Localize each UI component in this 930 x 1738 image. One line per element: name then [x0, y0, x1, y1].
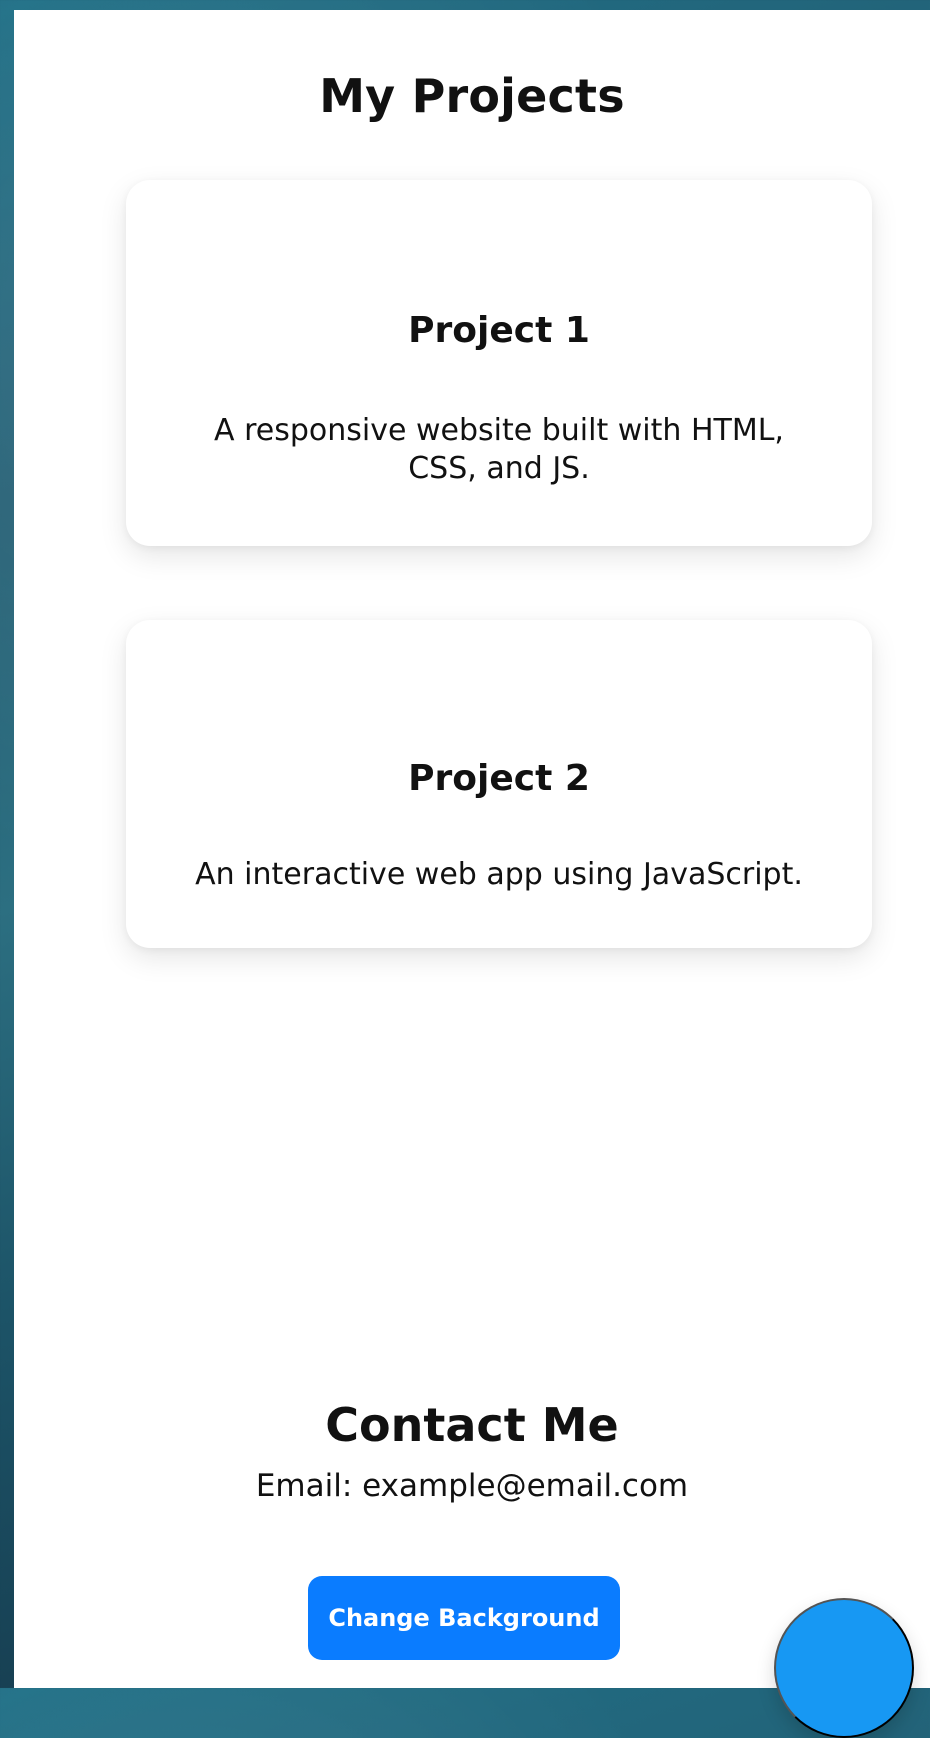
floating-action-button[interactable]: [774, 1598, 914, 1738]
page-sheet: My Projects Project 1 A responsive websi…: [14, 10, 930, 1738]
page-title: My Projects: [319, 68, 625, 123]
contact-title: Contact Me: [325, 1398, 619, 1453]
project-title-2: Project 2: [408, 757, 590, 799]
project-card-2: Project 2 An interactive web app using J…: [126, 620, 872, 948]
change-background-button[interactable]: Change Background: [308, 1576, 620, 1660]
project-card-1: Project 1 A responsive website built wit…: [126, 180, 872, 546]
project-title-1: Project 1: [408, 309, 590, 351]
project-description-2: An interactive web app using JavaScript.: [195, 857, 803, 892]
contact-email: Email: example@email.com: [255, 1468, 689, 1504]
project-description-1: A responsive website built with HTML, CS…: [214, 413, 784, 486]
